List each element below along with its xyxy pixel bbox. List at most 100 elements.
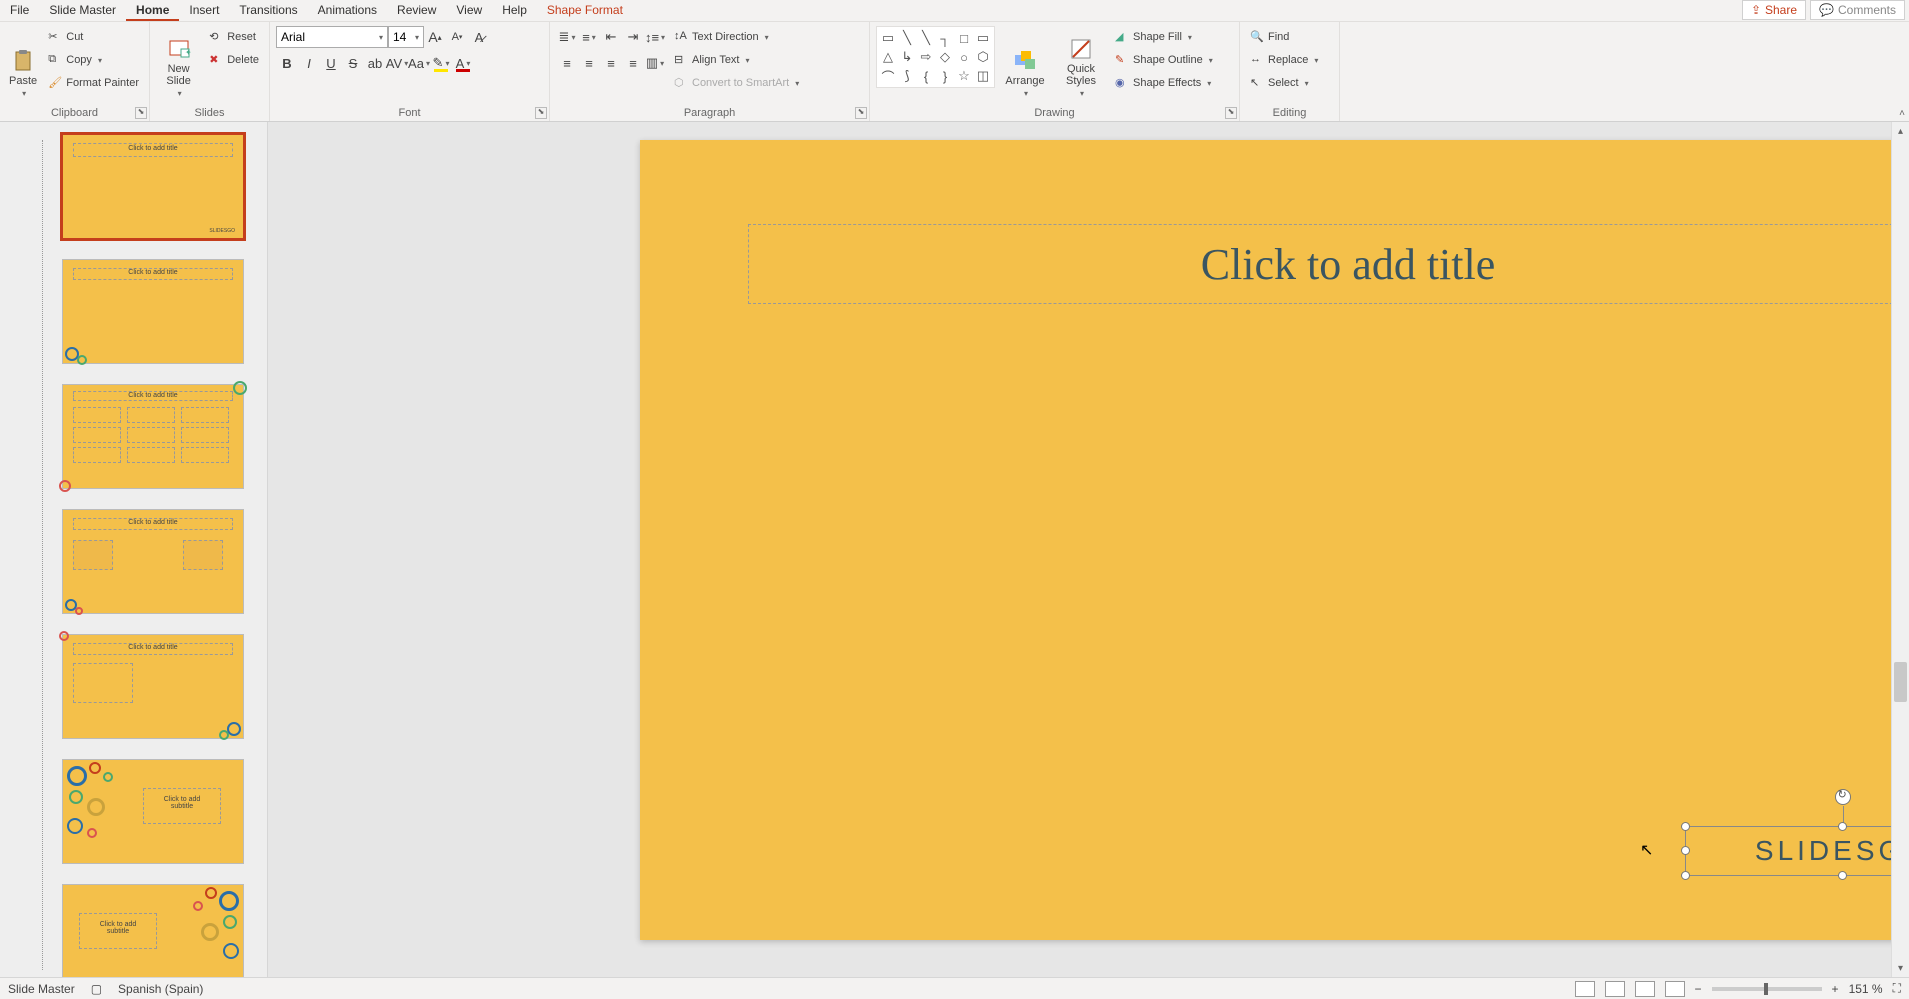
vscroll-thumb[interactable]: [1894, 662, 1907, 702]
bullets-button[interactable]: ≣▾: [556, 26, 578, 48]
slide[interactable]: Click to add title SLIDESGO ↖: [640, 140, 1909, 940]
bold-button[interactable]: B: [276, 52, 298, 74]
font-color-button[interactable]: A▾: [452, 52, 474, 74]
zoom-value[interactable]: 151 %: [1849, 982, 1883, 996]
strikethrough-button[interactable]: S: [342, 52, 364, 74]
reset-button[interactable]: ⟲Reset: [205, 26, 263, 48]
normal-view-button[interactable]: [1575, 981, 1595, 997]
align-right-button[interactable]: ≡: [600, 52, 622, 74]
shape-diamond-icon[interactable]: ◇: [936, 48, 954, 66]
copy-button[interactable]: ⧉Copy▾: [44, 49, 143, 71]
text-direction-button[interactable]: ↕AText Direction▾: [670, 26, 803, 48]
drawing-launcher[interactable]: ⬊: [1225, 107, 1237, 119]
thumbnail-6[interactable]: Click to add subtitle: [62, 759, 244, 864]
tab-review[interactable]: Review: [387, 0, 446, 21]
tab-file[interactable]: File: [0, 0, 39, 21]
status-language[interactable]: Spanish (Spain): [118, 982, 203, 996]
new-slide-button[interactable]: ✦ New Slide▾: [156, 26, 201, 98]
cut-button[interactable]: ✂Cut: [44, 26, 143, 48]
replace-button[interactable]: ↔Replace▾: [1246, 49, 1322, 71]
paragraph-launcher[interactable]: ⬊: [855, 107, 867, 119]
shape-line2-icon[interactable]: ╲: [917, 29, 935, 47]
shadow-button[interactable]: ab: [364, 52, 386, 74]
shape-brace2-icon[interactable]: }: [936, 67, 954, 85]
reading-view-button[interactable]: [1635, 981, 1655, 997]
tab-shape-format[interactable]: Shape Format: [537, 0, 633, 21]
thumbnail-7[interactable]: Click to add subtitle: [62, 884, 244, 977]
zoom-slider-thumb[interactable]: [1764, 983, 1768, 995]
arrange-button[interactable]: Arrange▾: [999, 26, 1051, 98]
shape-oval-icon[interactable]: ○: [955, 48, 973, 66]
line-spacing-button[interactable]: ↕≡▾: [644, 26, 666, 48]
canvas[interactable]: Click to add title SLIDESGO ↖ ▴ ▾: [268, 122, 1909, 977]
scroll-down-button[interactable]: ▾: [1892, 959, 1909, 977]
shape-star-icon[interactable]: ☆: [955, 67, 973, 85]
clear-formatting-button[interactable]: A̷: [468, 26, 490, 48]
character-spacing-button[interactable]: AV▾: [386, 52, 408, 74]
resize-handle-tm[interactable]: [1838, 822, 1847, 831]
tab-transitions[interactable]: Transitions: [229, 0, 307, 21]
selected-text-box[interactable]: SLIDESGO: [1685, 826, 1909, 876]
find-button[interactable]: 🔍Find: [1246, 26, 1322, 48]
delete-button[interactable]: ✖Delete: [205, 49, 263, 71]
shapes-gallery[interactable]: ▭╲╲┐□▭ △↳⇨◇○⬡ ⌒⟆{}☆◫: [876, 26, 995, 88]
thumbnail-5[interactable]: Click to add title: [62, 634, 244, 739]
tab-animations[interactable]: Animations: [308, 0, 387, 21]
decrease-indent-button[interactable]: ⇤: [600, 26, 622, 48]
tab-insert[interactable]: Insert: [179, 0, 229, 21]
thumbnail-1[interactable]: Click to add title SLIDESGO: [62, 134, 244, 239]
format-painter-button[interactable]: 🖌Format Painter: [44, 72, 143, 94]
shape-effects-button[interactable]: ◉Shape Effects▾: [1111, 72, 1217, 94]
convert-smartart-button[interactable]: ⬡Convert to SmartArt▾: [670, 72, 803, 94]
fit-to-window-button[interactable]: ⛶: [1893, 981, 1901, 996]
tab-help[interactable]: Help: [492, 0, 537, 21]
shape-line-icon[interactable]: ╲: [898, 29, 916, 47]
shape-connector-icon[interactable]: ┐: [936, 29, 954, 47]
shape-curve-icon[interactable]: ⌒: [879, 67, 897, 85]
title-placeholder[interactable]: Click to add title: [748, 224, 1909, 304]
thumbnail-4[interactable]: Click to add title: [62, 509, 244, 614]
shape-fill-button[interactable]: ◢Shape Fill▾: [1111, 26, 1217, 48]
grow-font-button[interactable]: A▴: [424, 26, 446, 48]
highlight-button[interactable]: ✎▾: [430, 52, 452, 74]
font-launcher[interactable]: ⬊: [535, 107, 547, 119]
collapse-ribbon-button[interactable]: ˄: [1899, 108, 1905, 119]
shape-hexagon-icon[interactable]: ⬡: [974, 48, 992, 66]
vertical-scrollbar[interactable]: ▴ ▾: [1891, 122, 1909, 977]
comments-button[interactable]: 💬Comments: [1810, 0, 1905, 20]
underline-button[interactable]: U: [320, 52, 342, 74]
shape-rect-icon[interactable]: ▭: [879, 29, 897, 47]
resize-handle-ml[interactable]: [1681, 846, 1690, 855]
columns-button[interactable]: ▥▾: [644, 52, 666, 74]
shape-square-icon[interactable]: □: [955, 29, 973, 47]
paste-button[interactable]: Paste ▾: [6, 26, 40, 98]
resize-handle-bm[interactable]: [1838, 871, 1847, 880]
shape-outline-button[interactable]: ✎Shape Outline▾: [1111, 49, 1217, 71]
sorter-view-button[interactable]: [1605, 981, 1625, 997]
font-selector[interactable]: Arial▾: [276, 26, 388, 48]
align-text-button[interactable]: ⊟Align Text▾: [670, 49, 803, 71]
align-center-button[interactable]: ≡: [578, 52, 600, 74]
shape-arc-icon[interactable]: ⟆: [898, 67, 916, 85]
zoom-in-button[interactable]: +: [1832, 982, 1839, 996]
clipboard-launcher[interactable]: ⬊: [135, 107, 147, 119]
increase-indent-button[interactable]: ⇥: [622, 26, 644, 48]
thumbnail-2[interactable]: Click to add title: [62, 259, 244, 364]
shape-arrow-icon[interactable]: ⇨: [917, 48, 935, 66]
shape-connector2-icon[interactable]: ↳: [898, 48, 916, 66]
shape-triangle-icon[interactable]: △: [879, 48, 897, 66]
scroll-up-button[interactable]: ▴: [1892, 122, 1909, 140]
select-button[interactable]: ↖Select▾: [1246, 72, 1322, 94]
change-case-button[interactable]: Aa▾: [408, 52, 430, 74]
accessibility-icon[interactable]: ▢: [91, 982, 102, 996]
rotate-handle[interactable]: [1835, 789, 1851, 805]
align-left-button[interactable]: ≡: [556, 52, 578, 74]
shape-rect2-icon[interactable]: ▭: [974, 29, 992, 47]
tab-home[interactable]: Home: [126, 0, 179, 21]
zoom-out-button[interactable]: −: [1695, 982, 1702, 996]
quick-styles-button[interactable]: Quick Styles▾: [1055, 26, 1107, 98]
slideshow-view-button[interactable]: [1665, 981, 1685, 997]
font-size-selector[interactable]: 14▾: [388, 26, 424, 48]
share-button[interactable]: ⇪Share: [1742, 0, 1806, 20]
shape-callout-icon[interactable]: ◫: [974, 67, 992, 85]
